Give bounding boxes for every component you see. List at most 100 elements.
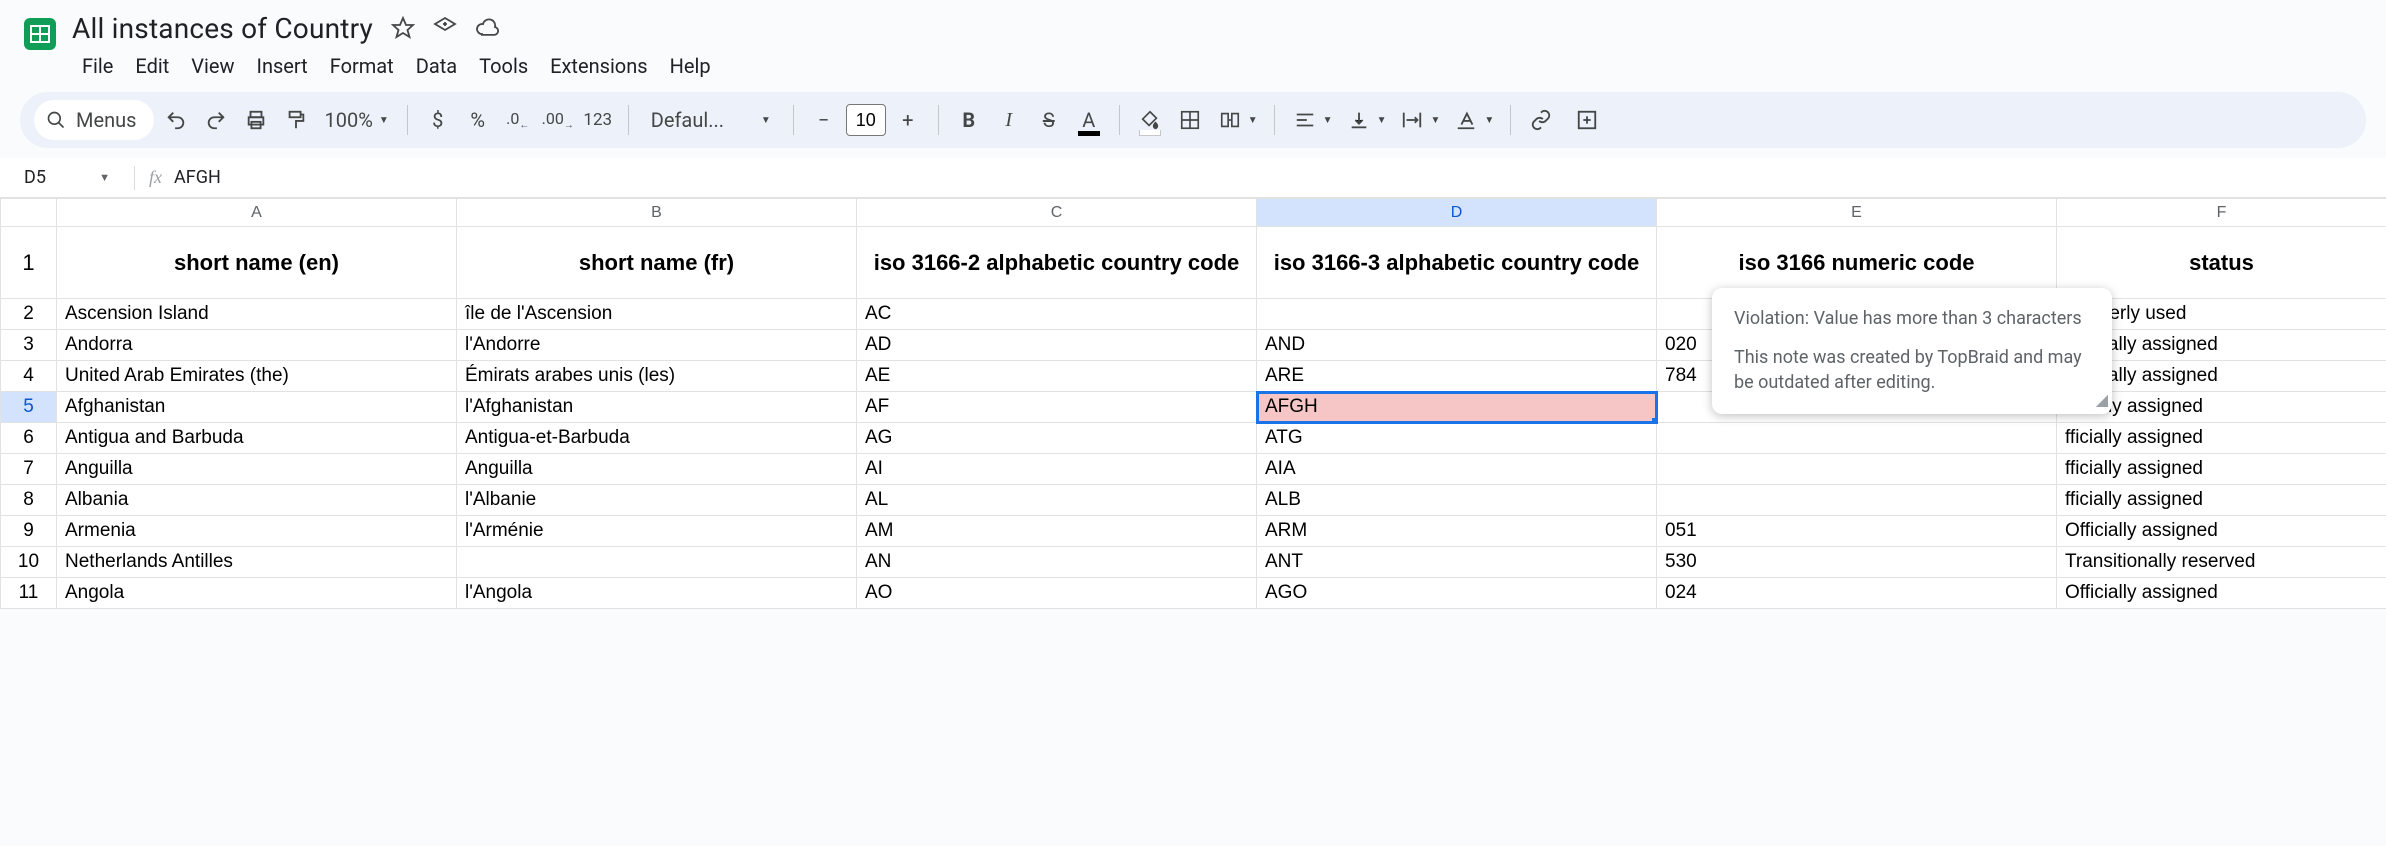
cell-c3[interactable]: AD — [857, 330, 1257, 361]
cell-b8[interactable]: l'Albanie — [457, 485, 857, 516]
format-currency-button[interactable]: $ — [420, 102, 456, 138]
cell-d6[interactable]: ATG — [1257, 423, 1657, 454]
cell-d11[interactable]: AGO — [1257, 578, 1657, 609]
cell-d10[interactable]: ANT — [1257, 547, 1657, 578]
col-header-c[interactable]: C — [857, 199, 1257, 227]
cell-a9[interactable]: Armenia — [57, 516, 457, 547]
cell-b4[interactable]: Émirats arabes unis (les) — [457, 361, 857, 392]
col-header-d[interactable]: D — [1257, 199, 1657, 227]
document-title[interactable]: All instances of Country — [72, 12, 373, 45]
header-cell-f[interactable]: status — [2057, 227, 2386, 299]
cell-c10[interactable]: AN — [857, 547, 1257, 578]
merge-cells-button[interactable] — [1212, 102, 1248, 138]
vertical-align-button[interactable] — [1341, 102, 1377, 138]
cell-c5[interactable]: AF — [857, 392, 1257, 423]
cell-e11[interactable]: 024 — [1657, 578, 2057, 609]
cell-b5[interactable]: l'Afghanistan — [457, 392, 857, 423]
text-rotation-button[interactable] — [1448, 102, 1484, 138]
col-header-a[interactable]: A — [57, 199, 457, 227]
zoom-select[interactable]: 100%▼ — [318, 108, 394, 132]
print-button[interactable] — [238, 102, 274, 138]
strikethrough-button[interactable]: S — [1031, 102, 1067, 138]
format-percent-button[interactable]: % — [460, 102, 496, 138]
row-header-5[interactable]: 5 — [1, 392, 57, 423]
cell-f11[interactable]: Officially assigned — [2057, 578, 2386, 609]
menu-file[interactable]: File — [72, 50, 123, 82]
cell-f8[interactable]: fficially assigned — [2057, 485, 2386, 516]
cell-a5[interactable]: Afghanistan — [57, 392, 457, 423]
name-box[interactable]: D5 ▼ — [0, 167, 120, 188]
undo-button[interactable] — [158, 102, 194, 138]
valign-dropdown-icon[interactable]: ▼ — [1377, 115, 1391, 126]
menu-help[interactable]: Help — [660, 50, 721, 82]
bold-button[interactable]: B — [951, 102, 987, 138]
cell-c2[interactable]: AC — [857, 299, 1257, 330]
italic-button[interactable]: I — [991, 102, 1027, 138]
row-header-8[interactable]: 8 — [1, 485, 57, 516]
cell-e7[interactable] — [1657, 454, 2057, 485]
merge-dropdown-icon[interactable]: ▼ — [1248, 115, 1262, 126]
insert-more-button[interactable] — [1569, 102, 1605, 138]
cell-a10[interactable]: Netherlands Antilles — [57, 547, 457, 578]
header-cell-a[interactable]: short name (en) — [57, 227, 457, 299]
row-header-9[interactable]: 9 — [1, 516, 57, 547]
cell-b2[interactable]: île de l'Ascension — [457, 299, 857, 330]
menu-tools[interactable]: Tools — [469, 50, 538, 82]
cell-d4[interactable]: ARE — [1257, 361, 1657, 392]
cell-b10[interactable] — [457, 547, 857, 578]
paint-format-button[interactable] — [278, 102, 314, 138]
select-all-corner[interactable] — [1, 199, 57, 227]
cell-e10[interactable]: 530 — [1657, 547, 2057, 578]
row-header-4[interactable]: 4 — [1, 361, 57, 392]
horizontal-align-button[interactable] — [1287, 102, 1323, 138]
col-header-e[interactable]: E — [1657, 199, 2057, 227]
row-header-7[interactable]: 7 — [1, 454, 57, 485]
header-cell-b[interactable]: short name (fr) — [457, 227, 857, 299]
row-header-3[interactable]: 3 — [1, 330, 57, 361]
cell-a7[interactable]: Anguilla — [57, 454, 457, 485]
cell-b7[interactable]: Anguilla — [457, 454, 857, 485]
cell-a11[interactable]: Angola — [57, 578, 457, 609]
cell-c11[interactable]: AO — [857, 578, 1257, 609]
sheets-logo-icon[interactable] — [20, 8, 60, 60]
cell-a3[interactable]: Andorra — [57, 330, 457, 361]
decrease-fontsize-button[interactable]: − — [806, 102, 842, 138]
row-header-6[interactable]: 6 — [1, 423, 57, 454]
cell-d3[interactable]: AND — [1257, 330, 1657, 361]
cloud-status-icon[interactable] — [475, 16, 499, 40]
cell-d8[interactable]: ALB — [1257, 485, 1657, 516]
row-header-2[interactable]: 2 — [1, 299, 57, 330]
menu-extensions[interactable]: Extensions — [540, 50, 657, 82]
header-cell-d[interactable]: iso 3166-3 alphabetic country code — [1257, 227, 1657, 299]
cell-c8[interactable]: AL — [857, 485, 1257, 516]
more-formats-button[interactable]: 123 — [580, 102, 616, 138]
insert-link-button[interactable] — [1523, 102, 1559, 138]
fill-color-button[interactable] — [1132, 102, 1168, 138]
row-header-1[interactable]: 1 — [1, 227, 57, 299]
search-menus-button[interactable]: Menus — [34, 100, 154, 140]
cell-a2[interactable]: Ascension Island — [57, 299, 457, 330]
col-header-f[interactable]: F — [2057, 199, 2386, 227]
cell-a6[interactable]: Antigua and Barbuda — [57, 423, 457, 454]
cell-e6[interactable] — [1657, 423, 2057, 454]
cell-e8[interactable] — [1657, 485, 2057, 516]
increase-fontsize-button[interactable]: + — [890, 102, 926, 138]
cell-b3[interactable]: l'Andorre — [457, 330, 857, 361]
cell-c9[interactable]: AM — [857, 516, 1257, 547]
redo-button[interactable] — [198, 102, 234, 138]
cell-b11[interactable]: l'Angola — [457, 578, 857, 609]
cell-f6[interactable]: fficially assigned — [2057, 423, 2386, 454]
halign-dropdown-icon[interactable]: ▼ — [1323, 115, 1337, 126]
cell-c4[interactable]: AE — [857, 361, 1257, 392]
increase-decimal-button[interactable]: .00→ — [540, 102, 576, 138]
col-header-b[interactable]: B — [457, 199, 857, 227]
cell-d2[interactable] — [1257, 299, 1657, 330]
star-icon[interactable] — [391, 16, 415, 40]
text-color-button[interactable]: A — [1071, 102, 1107, 138]
menu-insert[interactable]: Insert — [247, 50, 318, 82]
row-header-10[interactable]: 10 — [1, 547, 57, 578]
cell-f7[interactable]: fficially assigned — [2057, 454, 2386, 485]
cell-e9[interactable]: 051 — [1657, 516, 2057, 547]
cell-c7[interactable]: AI — [857, 454, 1257, 485]
menu-view[interactable]: View — [181, 50, 244, 82]
